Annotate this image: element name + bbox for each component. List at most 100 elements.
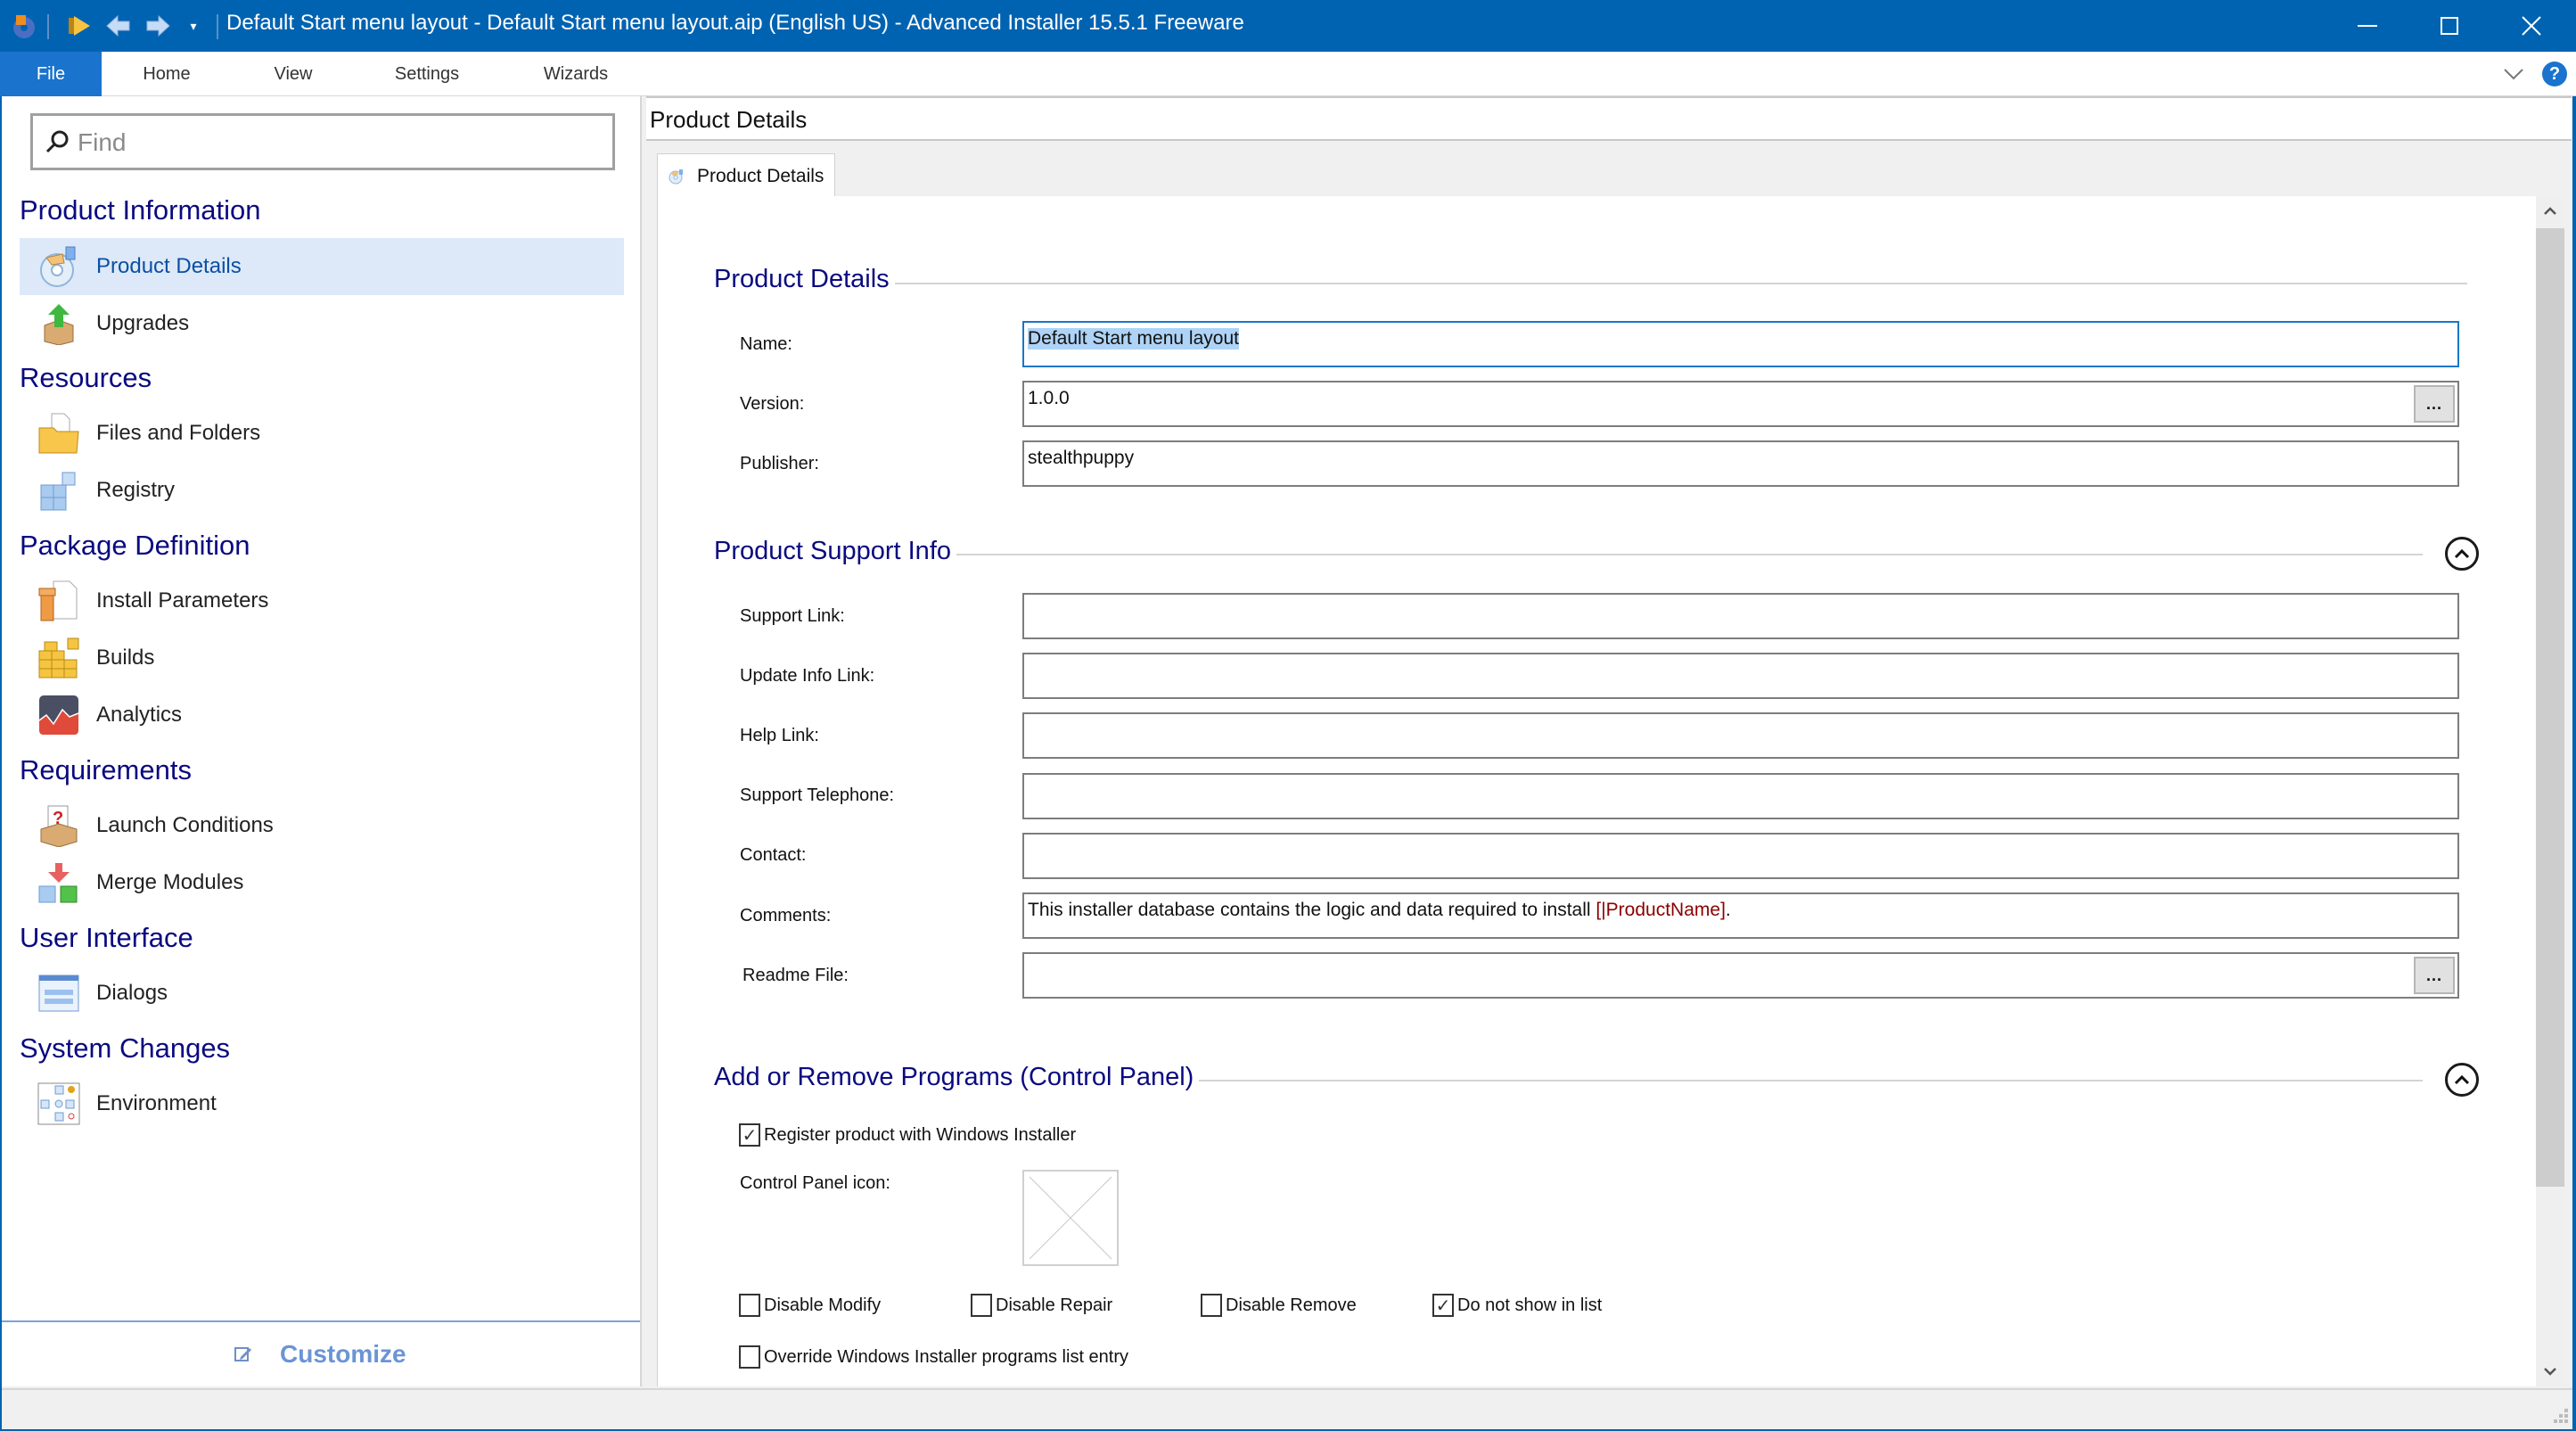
close-button[interactable] [2490,0,2572,52]
publisher-input[interactable]: stealthpuppy [1022,440,2459,487]
disable-repair-checkbox[interactable]: Disable Repair [971,1294,1112,1317]
minimize-button[interactable] [2326,0,2408,52]
readme-browse-button[interactable]: ... [2414,957,2455,994]
group-title-system-changes: System Changes [20,1032,231,1064]
sidebar-item-environment[interactable]: Environment [20,1075,624,1132]
contact-input[interactable] [1022,833,2459,879]
quick-access-dropdown-icon[interactable]: ▾ [178,11,209,41]
sidebar-item-label: Merge Modules [96,870,244,894]
version-browse-button[interactable]: ... [2414,385,2455,423]
registry-icon [37,469,80,512]
tab-product-details[interactable]: Product Details [657,153,835,198]
group-title-requirements: Requirements [20,754,192,785]
product-details-icon [669,169,683,184]
name-value: Default Start menu layout [1028,328,1239,350]
upgrades-icon [37,302,80,346]
do-not-show-in-list-checkbox[interactable]: ✓ Do not show in list [1432,1294,1602,1317]
disable-modify-checkbox[interactable]: Disable Modify [739,1294,881,1317]
scroll-up-button[interactable] [2536,196,2564,226]
help-link-input[interactable] [1022,712,2459,759]
collapse-ribbon-chevron-icon[interactable] [2500,61,2527,87]
app-logo-icon[interactable] [9,11,39,41]
support-link-input[interactable] [1022,593,2459,639]
register-product-checkbox[interactable]: ✓ Register product with Windows Installe… [739,1123,1076,1147]
checkbox-label: Do not show in list [1457,1295,1603,1315]
sidebar-item-label: Environment [96,1091,217,1115]
update-info-link-input[interactable] [1022,653,2459,699]
launch-conditions-icon: ? [37,804,80,848]
group-title-resources: Resources [20,362,152,393]
version-input[interactable]: 1.0.0 ... [1022,381,2459,427]
section-title-product-details: Product Details [714,265,895,294]
name-input[interactable]: Default Start menu layout [1022,321,2459,367]
control-panel-icon-placeholder[interactable] [1022,1170,1119,1266]
disable-remove-checkbox[interactable]: Disable Remove [1201,1294,1357,1317]
sidebar-item-dialogs[interactable]: Dialogs [20,965,624,1022]
readme-file-label: Readme File: [742,966,849,985]
product-details-form: Product Details Name: Default Start menu… [657,196,2536,1386]
sidebar-item-label: Upgrades [96,311,190,335]
override-programs-list-checkbox[interactable]: Override Windows Installer programs list… [739,1345,1128,1369]
back-arrow-icon[interactable] [103,11,134,41]
tab-settings[interactable]: Settings [378,52,476,96]
support-telephone-input[interactable] [1022,773,2459,819]
checkbox-label: Disable Repair [996,1295,1113,1315]
sidebar-item-label: Install Parameters [96,588,269,613]
checkbox-label: Disable Remove [1226,1295,1357,1315]
scrollbar-thumb[interactable] [2536,228,2564,1187]
checkbox-box [739,1345,760,1369]
customize-label: Customize [280,1340,406,1368]
version-value: 1.0.0 [1028,388,1070,408]
contact-label: Contact: [740,845,807,865]
forward-arrow-icon[interactable] [143,11,173,41]
sidebar: Product Information Product Details Upgr… [2,96,642,1386]
empty-image-icon [1029,1176,1112,1260]
help-button[interactable]: ? [2542,62,2567,86]
sidebar-item-launch-conditions[interactable]: ? Launch Conditions [20,797,624,854]
scroll-down-button[interactable] [2536,1356,2564,1386]
chevron-up-icon [2544,207,2556,215]
tab-wizards[interactable]: Wizards [526,52,626,96]
sidebar-item-product-details[interactable]: Product Details [20,238,624,295]
collapse-support-button[interactable] [2445,537,2479,571]
window-title: Default Start menu layout - Default Star… [226,11,1244,35]
checkbox-box [1201,1294,1222,1317]
checkbox-box: ✓ [739,1123,760,1147]
product-details-icon [37,245,80,288]
sidebar-item-label: Product Details [96,254,242,278]
sidebar-item-registry[interactable]: Registry [20,462,624,519]
version-label: Version: [740,394,805,414]
vertical-scrollbar[interactable] [2536,196,2564,1386]
comments-input[interactable]: This installer database contains the log… [1022,892,2459,939]
sidebar-item-analytics[interactable]: Analytics [20,687,624,744]
readme-file-input[interactable]: ... [1022,952,2459,999]
name-label: Name: [740,334,792,354]
chevron-down-icon [2544,1368,2556,1376]
resize-grip-icon[interactable] [2553,1408,2569,1424]
tab-file[interactable]: File [0,52,102,96]
sidebar-item-label: Dialogs [96,981,168,1005]
maximize-button[interactable] [2408,0,2490,52]
merge-modules-icon [37,861,80,904]
comments-suffix: . [1725,900,1731,920]
tab-home[interactable]: Home [125,52,209,96]
sidebar-item-upgrades[interactable]: Upgrades [20,295,624,352]
sidebar-item-builds[interactable]: Builds [20,629,624,687]
group-title-user-interface: User Interface [20,922,193,953]
section-divider [747,554,2423,555]
chevron-up-icon [2454,1074,2470,1085]
page-title: Product Details [650,106,808,133]
customize-button[interactable]: Customize [234,1340,406,1369]
collapse-arp-button[interactable] [2445,1063,2479,1097]
sidebar-item-files-and-folders[interactable]: Files and Folders [20,405,624,462]
build-run-icon[interactable] [64,11,94,41]
search-icon [45,130,69,153]
sidebar-item-install-parameters[interactable]: Install Parameters [20,572,624,629]
ribbon-tabs: File Home View Settings Wizards ? [0,52,2576,96]
sidebar-item-merge-modules[interactable]: Merge Modules [20,854,624,911]
tab-view[interactable]: View [253,52,333,96]
find-input[interactable] [78,123,603,162]
control-panel-icon-label: Control Panel icon: [740,1173,890,1193]
comments-text: This installer database contains the log… [1028,900,1596,920]
sidebar-item-label: Launch Conditions [96,813,274,837]
